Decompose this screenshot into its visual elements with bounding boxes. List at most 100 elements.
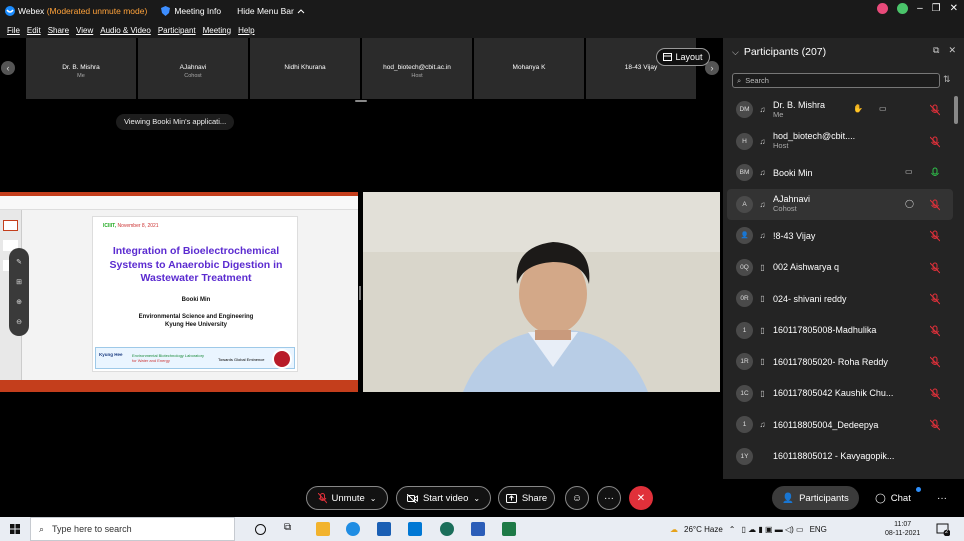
popout-icon[interactable]: ⧉	[933, 45, 939, 56]
participant-row[interactable]: A ♫ AJahnavi Cohost ◯	[727, 188, 953, 220]
store-icon[interactable]	[408, 522, 422, 536]
menu-meeting[interactable]: Meeting	[203, 26, 231, 35]
system-tray: ☁ 26°C Haze ⌃ ▯ ☁ ▮ ▣ ▬ ◁) ▭ ENG	[670, 517, 827, 541]
menu-audio-video[interactable]: Audio & Video	[100, 26, 151, 35]
participant-row[interactable]: 0R ▯ 024- shivani reddy	[727, 283, 953, 315]
mic-muted-icon[interactable]	[930, 293, 940, 305]
strip-resize-handle[interactable]	[355, 100, 367, 102]
avatar: 1R	[736, 353, 753, 371]
headset-icon: ♫	[759, 105, 766, 115]
stage-split-handle[interactable]	[359, 286, 361, 300]
reactions-button[interactable]: ☺	[565, 486, 589, 510]
ppt-statusbar	[0, 380, 358, 392]
participant-row[interactable]: 1 ▯ 160117805008-Madhulika	[727, 315, 953, 347]
participant-row[interactable]: H ♫ hod_biotech@cbit.... Host	[727, 126, 953, 158]
more-options-button[interactable]: ···	[597, 486, 621, 510]
cortana-icon[interactable]	[255, 524, 266, 535]
participant-row[interactable]: 1Y 160118805012 - Kavyagopik...	[727, 441, 953, 473]
profile-avatar-icon[interactable]	[877, 3, 889, 14]
mic-muted-icon[interactable]	[930, 262, 940, 274]
start-video-button[interactable]: Start video ⌄	[396, 486, 491, 510]
participant-row[interactable]: DM ♫ Dr. B. Mishra Me ▭ ✋	[727, 94, 953, 126]
minimize-button[interactable]: –	[917, 3, 923, 14]
headset-icon: ♫	[759, 231, 766, 241]
mail-icon[interactable]	[377, 522, 391, 536]
chevron-left-icon[interactable]: ‹	[1, 61, 15, 75]
fit-icon[interactable]: ⊞	[16, 278, 22, 286]
thumbnail-tile[interactable]: hod_biotech@cbit.ac.in Host	[362, 38, 472, 99]
weather-label[interactable]: 26°C Haze	[684, 525, 723, 534]
mic-muted-icon[interactable]	[930, 388, 940, 400]
mic-muted-icon[interactable]	[930, 199, 940, 211]
chat-button[interactable]: ◯ Chat	[866, 486, 920, 510]
avatar: DM	[736, 101, 753, 119]
system-clock[interactable]: 11:07 08-11-2021	[885, 520, 920, 538]
excel-icon[interactable]	[502, 522, 516, 536]
participant-name: 160117805042 Kaushik Chu...	[773, 388, 894, 399]
mic-muted-icon[interactable]	[930, 419, 940, 431]
menu-edit[interactable]: Edit	[27, 26, 41, 35]
maximize-button[interactable]: ❐	[932, 3, 941, 14]
edge-icon[interactable]	[346, 522, 360, 536]
menu-help[interactable]: Help	[238, 26, 254, 35]
zoom-in-icon[interactable]: ⊕	[16, 298, 22, 306]
participant-name: 160118805004_Dedeepya	[773, 419, 879, 430]
thumbnail-tile[interactable]: Mohanya K	[474, 38, 584, 99]
windows-start-icon[interactable]	[10, 524, 20, 534]
avatar: 0Q	[736, 258, 753, 276]
participant-row[interactable]: 1 ♫ 160118805004_Dedeepya	[727, 409, 953, 441]
word-icon[interactable]	[471, 522, 485, 536]
participant-row[interactable]: BM ♫ Booki Min ▭	[727, 157, 953, 189]
sort-icon[interactable]: ⇅	[943, 74, 951, 85]
more-button[interactable]: ···	[930, 486, 954, 510]
meeting-info-button[interactable]: Meeting Info	[161, 6, 221, 16]
tray-icons[interactable]: ▯ ☁ ▮ ▣ ▬ ◁) ▭	[741, 525, 803, 534]
thumbnail-tile[interactable]: Dr. B. Mishra Me	[26, 38, 136, 99]
zoom-out-icon[interactable]: ⊖	[16, 318, 22, 326]
participant-name-block: 024- shivani reddy	[773, 294, 847, 304]
participant-search-input[interactable]: ⌕ Search	[732, 73, 940, 88]
status-icon[interactable]	[897, 3, 909, 14]
share-button[interactable]: Share	[498, 486, 555, 510]
hide-menu-bar-button[interactable]: Hide Menu Bar	[237, 6, 305, 16]
participant-name-block: 002 Aishwarya q	[773, 262, 839, 272]
menu-file[interactable]: File	[7, 26, 20, 35]
annotate-icon[interactable]: ✎	[16, 258, 22, 266]
chevron-up-icon[interactable]: ⌃	[729, 525, 736, 534]
mic-muted-icon[interactable]	[930, 136, 940, 148]
menu-share[interactable]: Share	[48, 26, 69, 35]
menu-view[interactable]: View	[76, 26, 93, 35]
thumbnail-tile[interactable]: AJahnavi Cohost	[138, 38, 248, 99]
close-window-button[interactable]: ✕	[950, 3, 958, 14]
notification-center-icon[interactable]: 2	[936, 522, 951, 537]
layout-button[interactable]: Layout	[656, 48, 710, 66]
chevron-down-icon[interactable]: ⌵	[732, 47, 739, 58]
unmute-button[interactable]: Unmute ⌄	[306, 486, 388, 510]
mic-muted-icon[interactable]	[930, 104, 940, 116]
webex-taskbar-icon[interactable]	[440, 522, 454, 536]
avatar: 1	[736, 321, 753, 339]
participants-button[interactable]: 👤 Participants	[772, 486, 859, 510]
menu-participant[interactable]: Participant	[158, 26, 196, 35]
chevron-down-icon: ⌄	[473, 493, 481, 503]
slide-heading: Integration of Bioelectrochemical System…	[109, 245, 283, 284]
video-thumbnail-strip: Dr. B. Mishra Me AJahnavi Cohost Nidhi Khu…	[0, 38, 722, 100]
leave-meeting-button[interactable]: ✕	[629, 486, 653, 510]
mic-muted-icon[interactable]	[930, 230, 940, 242]
avatar: 1	[736, 416, 753, 434]
mic-muted-icon[interactable]	[930, 325, 940, 337]
language-indicator[interactable]: ENG	[810, 525, 827, 534]
participant-row[interactable]: 0Q ▯ 002 Aishwarya q	[727, 252, 953, 284]
mic-on-icon[interactable]	[930, 167, 940, 179]
participant-row[interactable]: 1R ▯ 160117805020- Roha Reddy	[727, 346, 953, 378]
mic-muted-icon[interactable]	[930, 356, 940, 368]
participant-row[interactable]: 1C ▯ 160117805042 Kaushik Chu...	[727, 378, 953, 410]
thumbnail-tile[interactable]: Nidhi Khurana	[250, 38, 360, 99]
participant-row[interactable]: 👤 ♫ !8-43 Vijay	[727, 220, 953, 252]
file-explorer-icon[interactable]	[316, 522, 330, 536]
taskbar-search-input[interactable]: ⌕ Type here to search	[30, 517, 235, 541]
close-panel-icon[interactable]: ✕	[948, 45, 956, 56]
headset-icon: ♫	[759, 420, 766, 430]
task-view-icon[interactable]: ⧉	[284, 522, 298, 536]
participant-list-scrollbar[interactable]	[954, 96, 958, 124]
